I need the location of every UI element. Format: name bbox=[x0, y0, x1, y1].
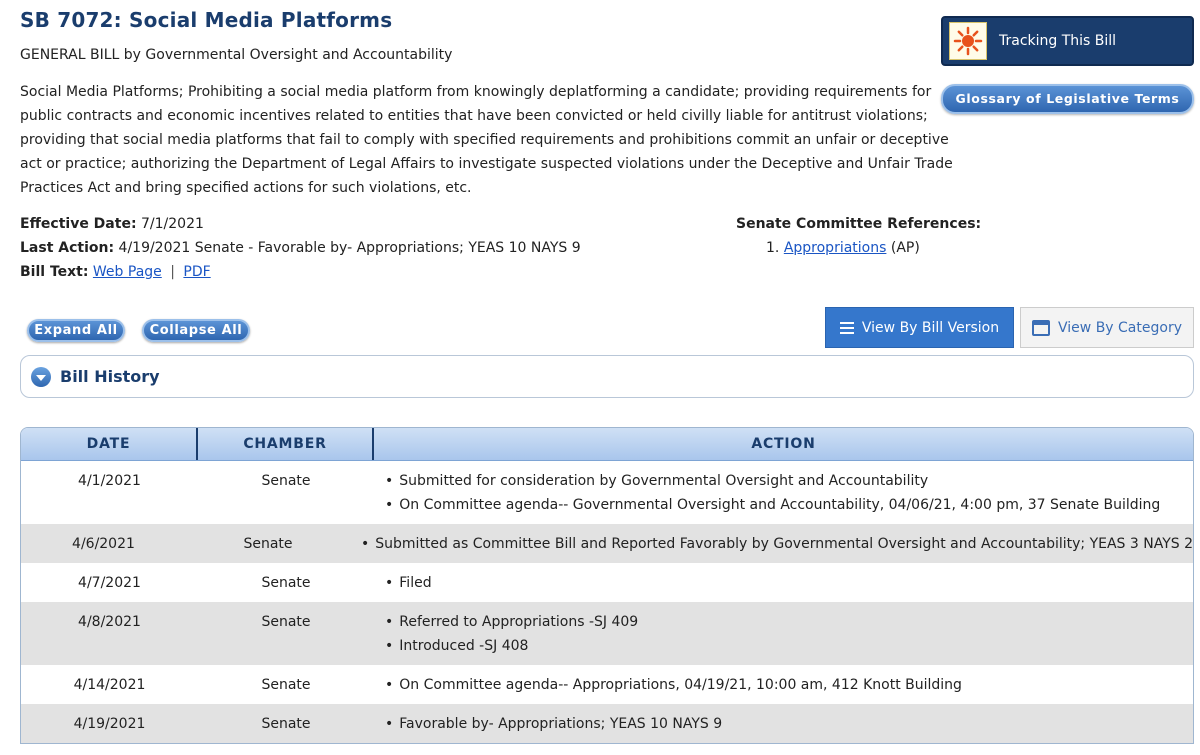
committee-heading: Senate Committee References: bbox=[736, 216, 982, 232]
table-row: 4/19/2021 Senate Favorable by- Appropriati… bbox=[21, 704, 1193, 743]
sun-icon bbox=[949, 22, 987, 60]
cell-date: 4/6/2021 bbox=[72, 536, 135, 552]
table-header: DATE CHAMBER ACTION bbox=[21, 428, 1193, 461]
column-header-action: ACTION bbox=[751, 436, 816, 452]
action-item: Referred to Appropriations -SJ 409 bbox=[385, 610, 1193, 634]
column-header-date: DATE bbox=[21, 428, 198, 460]
tracking-label: Tracking This Bill bbox=[999, 33, 1117, 49]
bill-description: Social Media Platforms; Prohibiting a so… bbox=[20, 84, 953, 196]
link-separator: | bbox=[170, 264, 175, 280]
table-body: 4/1/2021 Senate Submitted for consideratio… bbox=[21, 461, 1193, 743]
committee-references: Senate Committee References: 1. Appropri… bbox=[736, 212, 981, 260]
cell-chamber: Senate bbox=[261, 575, 311, 591]
table-row: 4/8/2021 Senate Referred to Appropriations… bbox=[21, 602, 1193, 665]
calendar-icon bbox=[1032, 319, 1051, 336]
effective-date-value: 7/1/2021 bbox=[141, 216, 204, 232]
effective-date-label: Effective Date: bbox=[20, 216, 137, 232]
action-item: Submitted for consideration by Governmen… bbox=[385, 469, 1193, 493]
bill-text-line: Bill Text: Web Page | PDF bbox=[20, 260, 581, 284]
appropriations-link[interactable]: Appropriations bbox=[784, 240, 887, 256]
list-icon bbox=[839, 319, 854, 337]
collapse-all-button[interactable]: Collapse All bbox=[142, 319, 250, 342]
bill-history-table: DATE CHAMBER ACTION 4/1/2021 Senate Submit… bbox=[20, 427, 1194, 744]
view-by-category-label: View By Category bbox=[1058, 319, 1182, 336]
action-item: On Committee agenda-- Governmental Overs… bbox=[385, 493, 1193, 517]
effective-date-line: Effective Date: 7/1/2021 bbox=[20, 212, 581, 236]
view-by-category-button[interactable]: View By Category bbox=[1020, 307, 1194, 348]
cell-date: 4/1/2021 bbox=[78, 473, 141, 489]
cell-date: 4/7/2021 bbox=[78, 575, 141, 591]
web-page-link[interactable]: Web Page bbox=[93, 264, 162, 280]
cell-chamber: Senate bbox=[261, 614, 311, 630]
cell-chamber: Senate bbox=[261, 677, 311, 693]
cell-action: Favorable by- Appropriations; YEAS 10 NA… bbox=[374, 704, 1193, 743]
cell-action: Filed bbox=[374, 563, 1193, 602]
cell-action: On Committee agenda-- Appropriations, 04… bbox=[374, 665, 1193, 704]
last-action-value: 4/19/2021 Senate - Favorable by- Appropr… bbox=[118, 240, 581, 256]
action-item: On Committee agenda-- Appropriations, 04… bbox=[385, 673, 1193, 697]
bill-history-label: Bill History bbox=[60, 367, 160, 386]
cell-chamber: Senate bbox=[261, 716, 311, 732]
action-item: Filed bbox=[385, 571, 1193, 595]
last-action-line: Last Action: 4/19/2021 Senate - Favorabl… bbox=[20, 236, 581, 260]
table-row: 4/1/2021 Senate Submitted for consideratio… bbox=[21, 461, 1193, 524]
action-item: Introduced -SJ 408 bbox=[385, 634, 1193, 658]
chevron-down-icon bbox=[31, 366, 51, 387]
table-row: 4/14/2021 Senate On Committee agenda-- App… bbox=[21, 665, 1193, 704]
committee-item-abbr: (AP) bbox=[890, 240, 920, 256]
last-action-label: Last Action: bbox=[20, 240, 115, 256]
action-item: Favorable by- Appropriations; YEAS 10 NA… bbox=[385, 712, 1193, 736]
cell-action: Submitted for consideration by Governmen… bbox=[374, 461, 1193, 524]
column-header-chamber: CHAMBER bbox=[198, 428, 374, 460]
committee-item: 1. Appropriations (AP) bbox=[736, 236, 981, 260]
table-row: 4/6/2021 Senate Submitted as Committee Bil… bbox=[21, 524, 1193, 563]
tracking-button[interactable]: Tracking This Bill bbox=[941, 16, 1194, 66]
bill-history-toggle[interactable]: Bill History bbox=[20, 355, 1194, 398]
glossary-button[interactable]: Glossary of Legislative Terms bbox=[941, 84, 1194, 114]
action-item: Submitted as Committee Bill and Reported… bbox=[361, 532, 1193, 556]
table-row: 4/7/2021 Senate Filed bbox=[21, 563, 1193, 602]
view-by-version-button[interactable]: View By Bill Version bbox=[825, 307, 1014, 348]
expand-all-button[interactable]: Expand All bbox=[27, 319, 125, 342]
pdf-link[interactable]: PDF bbox=[183, 264, 210, 280]
bill-meta: Effective Date: 7/1/2021 Last Action: 4/… bbox=[20, 212, 581, 284]
bill-text-label: Bill Text: bbox=[20, 264, 89, 280]
cell-date: 4/14/2021 bbox=[73, 677, 146, 693]
cell-action: Referred to Appropriations -SJ 409Introd… bbox=[374, 602, 1193, 665]
page-title: SB 7072: Social Media Platforms bbox=[20, 8, 393, 32]
bill-subtitle: GENERAL BILL by Governmental Oversight a… bbox=[20, 47, 453, 63]
view-by-version-label: View By Bill Version bbox=[861, 319, 1000, 336]
cell-date: 4/8/2021 bbox=[78, 614, 141, 630]
cell-date: 4/19/2021 bbox=[73, 716, 146, 732]
cell-chamber: Senate bbox=[243, 536, 293, 552]
cell-chamber: Senate bbox=[261, 473, 311, 489]
cell-action: Submitted as Committee Bill and Reported… bbox=[350, 524, 1193, 563]
committee-item-number: 1. bbox=[766, 240, 780, 256]
